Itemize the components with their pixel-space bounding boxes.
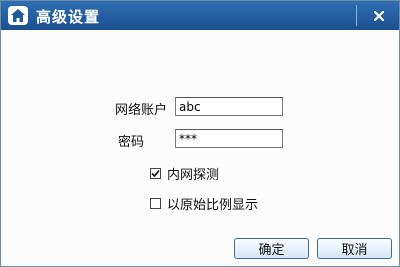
window-title: 高级设置 — [36, 8, 101, 26]
home-icon — [8, 6, 28, 25]
check-icon — [151, 169, 160, 178]
close-icon — [373, 6, 385, 25]
probe-checkbox-row[interactable]: 内网探测 — [150, 164, 219, 183]
ok-button[interactable]: 确定 — [234, 238, 309, 259]
cancel-button[interactable]: 取消 — [317, 238, 392, 259]
advanced-settings-dialog: 高级设置 网络账户 密码 内网探测 以原始比例显示 确定 取消 — [0, 0, 400, 267]
account-field[interactable] — [175, 97, 283, 116]
account-label: 网络账户 — [115, 103, 168, 118]
title-bar[interactable]: 高级设置 — [1, 1, 399, 30]
title-separator — [356, 5, 357, 26]
probe-checkbox[interactable] — [150, 168, 161, 179]
ratio-checkbox[interactable] — [150, 198, 161, 209]
password-field[interactable] — [175, 129, 283, 148]
ratio-label: 以原始比例显示 — [167, 198, 259, 213]
close-button[interactable] — [369, 6, 389, 25]
password-label: 密码 — [118, 135, 145, 150]
ratio-checkbox-row[interactable]: 以原始比例显示 — [150, 194, 258, 213]
probe-label: 内网探测 — [167, 168, 220, 183]
